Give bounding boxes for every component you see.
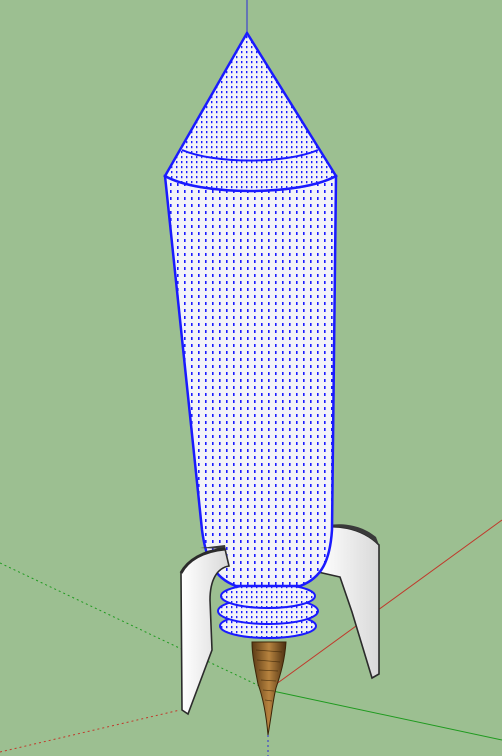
sketchup-viewport[interactable] bbox=[0, 0, 502, 756]
3d-scene[interactable] bbox=[0, 0, 502, 756]
engine-rings[interactable] bbox=[217, 583, 319, 639]
red-axis-negative bbox=[0, 709, 181, 753]
rocket-nose-cone[interactable] bbox=[163, 30, 338, 193]
rocket-body[interactable] bbox=[163, 174, 338, 588]
exhaust-flame bbox=[251, 641, 287, 736]
green-axis-positive bbox=[267, 689, 502, 741]
